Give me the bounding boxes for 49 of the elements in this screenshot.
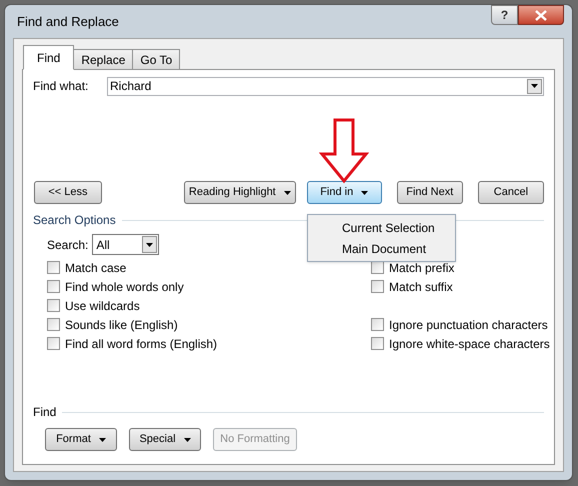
- arrow-down-icon: [319, 118, 369, 184]
- checkbox[interactable]: [371, 261, 384, 274]
- checkbox[interactable]: [47, 299, 60, 312]
- checkbox[interactable]: [47, 318, 60, 331]
- checkbox-label: Match suffix: [389, 278, 453, 296]
- dialog-button[interactable]: Find Next: [396, 181, 463, 204]
- dialog-button[interactable]: << Less: [34, 181, 102, 204]
- search-select[interactable]: All: [92, 234, 160, 255]
- tab[interactable]: Replace: [74, 49, 134, 70]
- close-button[interactable]: [518, 5, 564, 25]
- checkbox-label: Find whole words only: [65, 278, 184, 296]
- checkbox-label: Ignore punctuation characters: [389, 316, 548, 334]
- help-button[interactable]: ?: [491, 5, 518, 25]
- checkbox[interactable]: [47, 337, 60, 350]
- caret-icon: [146, 242, 154, 246]
- checkbox[interactable]: [371, 280, 384, 293]
- window-title: Find and Replace: [17, 12, 119, 31]
- dropdown-button[interactable]: Special: [129, 428, 201, 451]
- find-what-label: Find what:: [33, 78, 90, 95]
- dialog-button[interactable]: Cancel: [478, 181, 544, 204]
- section-title: Search Options: [33, 212, 116, 229]
- checkbox[interactable]: [371, 337, 384, 350]
- checkbox-label: Match prefix: [389, 260, 454, 276]
- close-icon: [535, 10, 547, 20]
- dropdown-button[interactable]: Format: [45, 428, 117, 451]
- search-label: Search:: [47, 236, 88, 254]
- section-title: Find: [33, 404, 56, 421]
- checkbox-label: Sounds like (English): [65, 316, 178, 334]
- find-what-field[interactable]: Richard: [107, 76, 544, 96]
- dropdown-button[interactable]: Find in: [306, 181, 382, 204]
- checkbox[interactable]: [371, 318, 384, 331]
- menu-item[interactable]: Main Document: [308, 238, 455, 259]
- caret-icon: [98, 438, 106, 442]
- tab[interactable]: Find: [23, 45, 74, 70]
- caret-icon: [284, 190, 291, 194]
- checkbox-label: Match case: [65, 260, 126, 276]
- tab[interactable]: Go To: [133, 49, 180, 70]
- checkbox-label: Find all word forms (English): [65, 336, 218, 352]
- caret-icon: [361, 190, 368, 194]
- caret-icon: [184, 438, 191, 442]
- checkbox[interactable]: [47, 261, 60, 274]
- checkbox-label: Use wildcards: [65, 298, 140, 314]
- dropdown-button[interactable]: [142, 236, 158, 253]
- checkbox-label: Ignore white-space characters: [389, 336, 550, 352]
- menu-item[interactable]: Current Selection: [308, 217, 455, 238]
- dropdown-button[interactable]: [527, 78, 542, 94]
- checkbox[interactable]: [47, 280, 60, 293]
- caret-icon: [531, 84, 538, 88]
- dropdown-button[interactable]: Reading Highlight: [184, 181, 296, 204]
